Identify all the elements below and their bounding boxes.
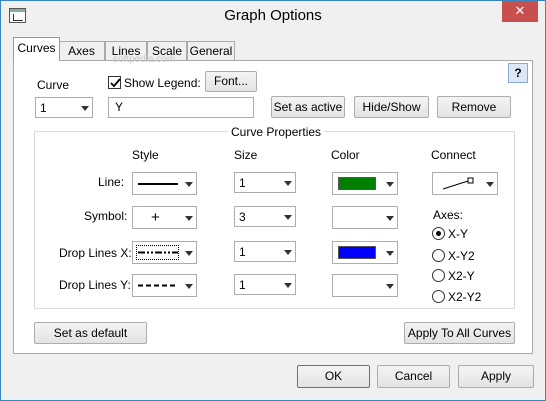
drop-lines-x-size-value: 1 xyxy=(239,245,246,259)
line-size-value: 1 xyxy=(239,176,246,190)
chevron-down-icon xyxy=(284,249,292,255)
chevron-down-icon xyxy=(185,215,193,221)
curve-select[interactable]: 1 xyxy=(35,97,93,118)
line-color-swatch xyxy=(338,177,376,190)
drop-lines-x-color-swatch xyxy=(338,246,376,259)
axes-radio-x-y2[interactable] xyxy=(432,249,445,262)
connect-select[interactable] xyxy=(432,172,498,195)
set-as-default-button[interactable]: Set as default xyxy=(34,322,147,344)
apply-to-all-curves-button[interactable]: Apply To All Curves xyxy=(404,322,515,344)
axes-option-x2-y2: X2-Y2 xyxy=(448,290,482,304)
symbol-size-value: 3 xyxy=(239,210,246,224)
drop-lines-y-style-select[interactable] xyxy=(132,274,197,297)
set-as-active-button[interactable]: Set as active xyxy=(271,96,345,118)
chevron-down-icon xyxy=(185,250,193,256)
color-header: Color xyxy=(331,148,360,162)
ok-button[interactable]: OK xyxy=(297,365,370,388)
connect-line-icon xyxy=(442,177,474,190)
drop-lines-x-size-select[interactable]: 1 xyxy=(234,241,296,262)
apply-button[interactable]: Apply xyxy=(458,365,534,388)
title-bar[interactable]: Graph Options ✕ xyxy=(1,1,545,32)
chevron-down-icon xyxy=(284,282,292,288)
watermark: softpedia.com xyxy=(113,54,176,65)
chevron-down-icon xyxy=(284,214,292,220)
dashed-line-icon xyxy=(138,284,178,287)
drop-lines-y-size-value: 1 xyxy=(239,278,246,292)
axes-radio-x2-y[interactable] xyxy=(432,269,445,282)
line-size-select[interactable]: 1 xyxy=(234,172,296,193)
show-legend-checkbox[interactable] xyxy=(108,76,121,89)
cancel-button[interactable]: Cancel xyxy=(377,365,450,388)
symbol-color-select[interactable] xyxy=(332,206,398,229)
chevron-down-icon xyxy=(486,181,494,187)
plus-symbol-icon: + xyxy=(151,209,160,226)
check-mark-icon xyxy=(110,78,121,88)
axes-option-x2-y: X2-Y xyxy=(448,269,475,283)
close-button[interactable]: ✕ xyxy=(502,1,538,22)
size-header: Size xyxy=(234,148,258,162)
drop-lines-y-color-select[interactable] xyxy=(332,274,398,297)
style-header: Style xyxy=(132,148,159,162)
line-style-preview xyxy=(138,183,178,185)
chevron-down-icon xyxy=(185,283,193,289)
chevron-down-icon xyxy=(81,105,89,111)
hide-show-button[interactable]: Hide/Show xyxy=(354,96,429,118)
curve-name-input[interactable]: Y xyxy=(108,97,254,118)
connect-header: Connect xyxy=(431,148,476,162)
chevron-down-icon xyxy=(386,283,394,289)
drop-lines-x-row-label: Drop Lines X: xyxy=(59,246,132,260)
drop-lines-y-size-select[interactable]: 1 xyxy=(234,274,296,295)
symbol-size-select[interactable]: 3 xyxy=(234,206,296,227)
help-button[interactable]: ? xyxy=(508,63,528,83)
show-legend-label: Show Legend: xyxy=(124,76,201,90)
tab-general[interactable]: General xyxy=(187,41,235,61)
remove-button[interactable]: Remove xyxy=(437,96,511,118)
window-title: Graph Options xyxy=(224,7,322,24)
axes-label: Axes: xyxy=(433,208,464,222)
tab-curves[interactable]: Curves xyxy=(13,37,60,61)
drop-lines-x-color-select[interactable] xyxy=(332,241,398,264)
tab-axes[interactable]: Axes xyxy=(58,41,105,61)
axes-option-x-y2: X-Y2 xyxy=(448,249,475,263)
symbol-row-label: Symbol: xyxy=(84,209,128,223)
symbol-style-select[interactable]: + xyxy=(132,206,197,229)
chevron-down-icon xyxy=(386,215,394,221)
chevron-down-icon xyxy=(386,181,394,187)
curve-properties-title: Curve Properties xyxy=(228,125,325,139)
drop-lines-y-row-label: Drop Lines Y: xyxy=(59,278,131,292)
curve-select-value: 1 xyxy=(40,101,47,115)
chevron-down-icon xyxy=(185,181,193,187)
axes-radio-x2-y2[interactable] xyxy=(432,290,445,303)
line-row-label: Line: xyxy=(98,175,125,189)
axes-option-x-y: X-Y xyxy=(448,227,469,241)
line-style-select[interactable] xyxy=(132,172,197,195)
axes-radio-x-y[interactable] xyxy=(432,227,445,240)
graph-options-window: Graph Options ✕ Axes Lines Scale General… xyxy=(0,0,546,401)
curve-label: Curve xyxy=(37,78,70,92)
font-button[interactable]: Font... xyxy=(205,71,257,92)
dash-dot-dot-line-icon xyxy=(138,251,178,254)
chevron-down-icon xyxy=(284,180,292,186)
line-color-select[interactable] xyxy=(332,172,398,195)
chevron-down-icon xyxy=(386,250,394,256)
drop-lines-x-style-select[interactable] xyxy=(132,241,197,264)
